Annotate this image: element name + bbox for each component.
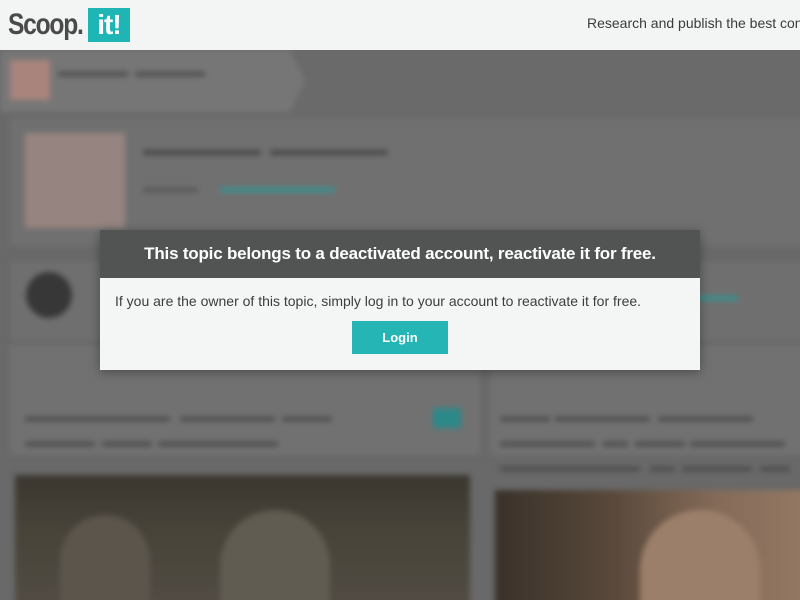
modal-title: This topic belongs to a deactivated acco…: [100, 230, 700, 278]
header-tagline: Research and publish the best content.: [587, 15, 800, 31]
logo-wordmark: Scoop.: [8, 8, 84, 41]
modal-body: If you are the owner of this topic, simp…: [100, 278, 700, 370]
scoopit-logo[interactable]: Scoop. it!: [8, 6, 130, 44]
login-button[interactable]: Login: [352, 321, 448, 354]
modal-message: If you are the owner of this topic, simp…: [115, 293, 642, 309]
top-header: Scoop. it! Research and publish the best…: [0, 0, 800, 50]
logo-badge: it!: [88, 8, 130, 42]
reactivate-account-modal: This topic belongs to a deactivated acco…: [100, 230, 700, 370]
